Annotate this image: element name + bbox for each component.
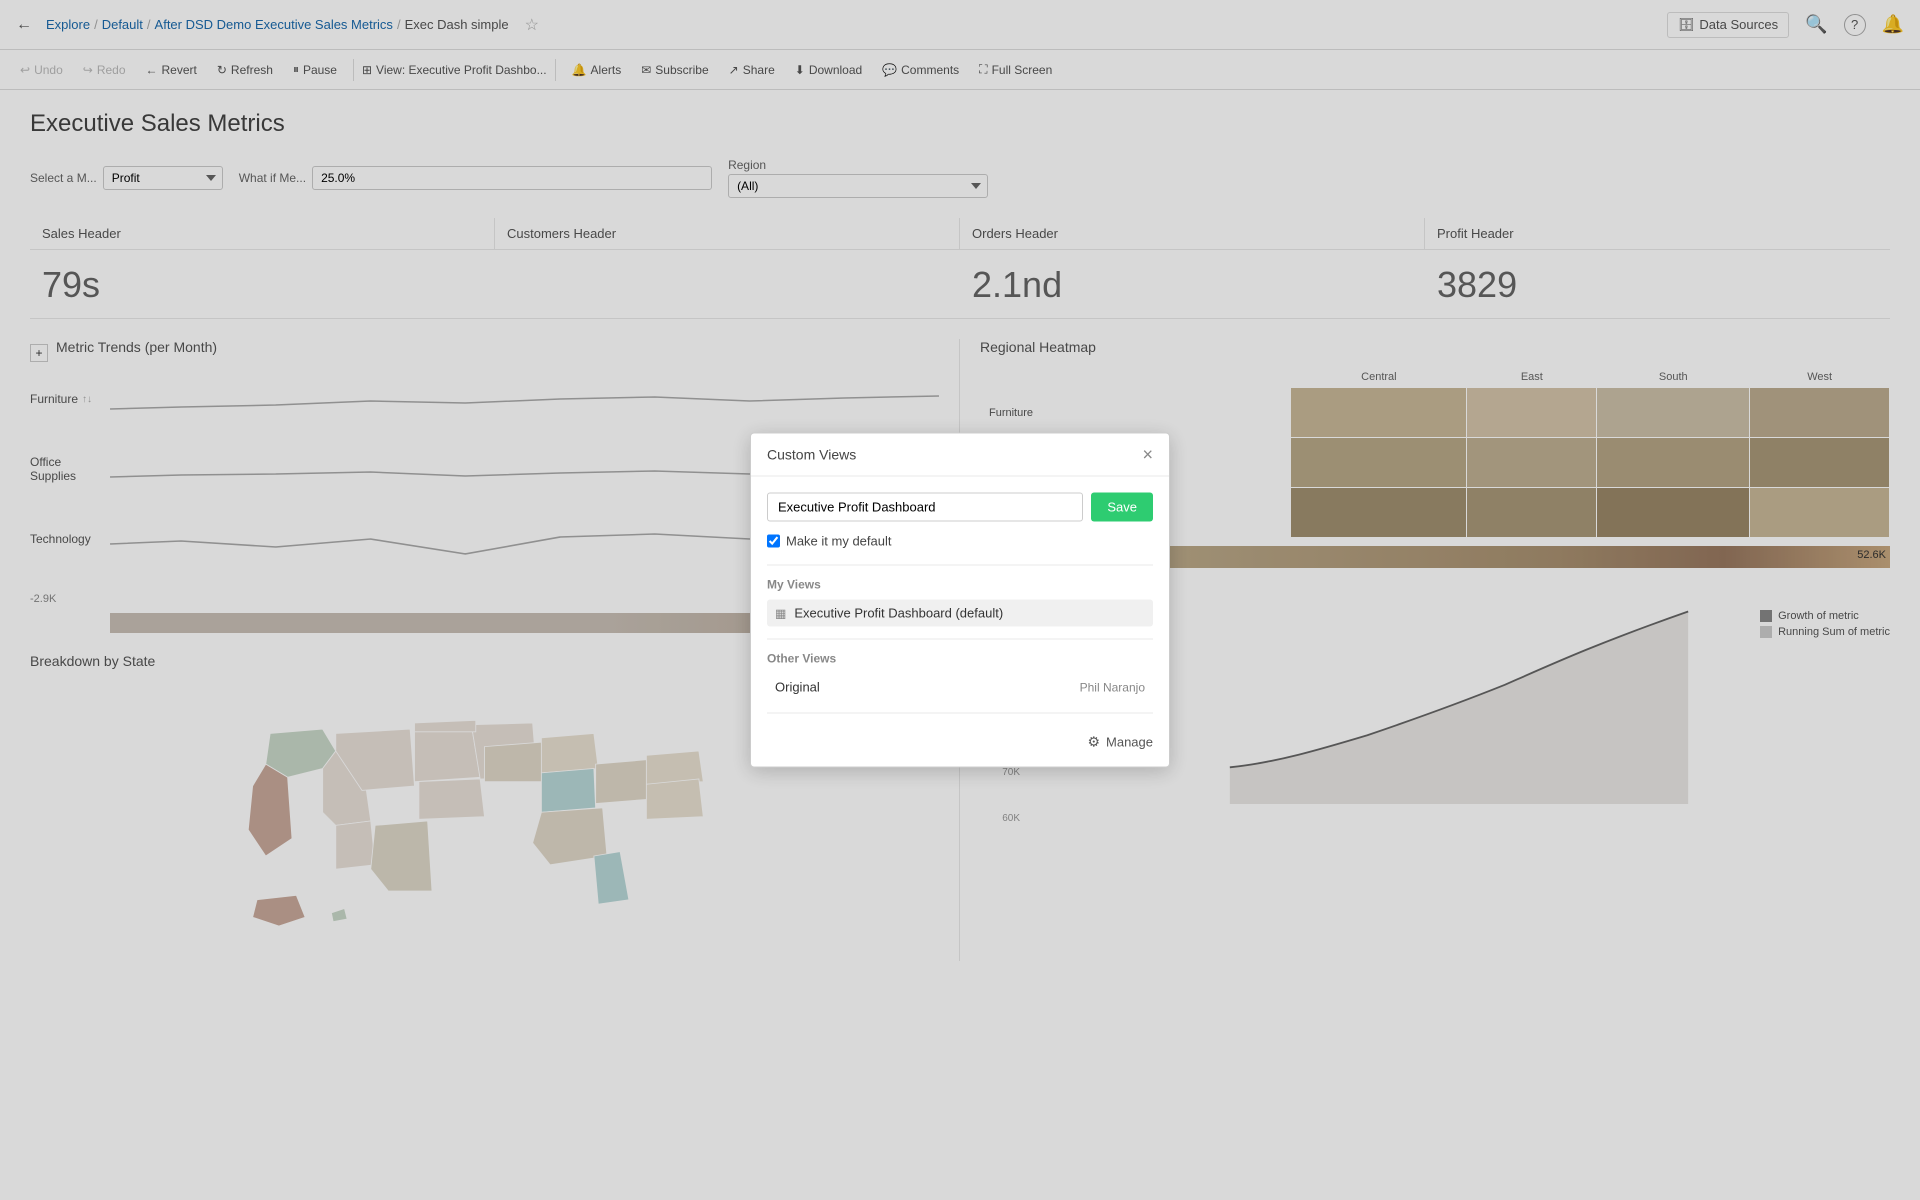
modal-body: Save Make it my default My Views ▦ Execu…	[751, 477, 1169, 767]
custom-views-modal: Custom Views × Save Make it my default M…	[750, 433, 1170, 768]
save-view-button[interactable]: Save	[1091, 493, 1153, 522]
view-name-input[interactable]	[767, 493, 1083, 522]
view-item-icon: ▦	[775, 606, 786, 620]
gear-icon: ⚙	[1087, 734, 1100, 751]
modal-close-button[interactable]: ×	[1142, 446, 1153, 464]
make-default-checkbox[interactable]	[767, 535, 780, 548]
modal-divider-2	[767, 639, 1153, 640]
my-views-title: My Views	[767, 578, 1153, 592]
my-view-item-0[interactable]: ▦ Executive Profit Dashboard (default)	[767, 600, 1153, 627]
make-default-label: Make it my default	[786, 534, 892, 549]
other-views-title: Other Views	[767, 652, 1153, 666]
manage-row[interactable]: ⚙ Manage	[767, 726, 1153, 751]
modal-title: Custom Views	[767, 447, 856, 463]
modal-input-row: Save	[767, 493, 1153, 522]
modal-divider-3	[767, 713, 1153, 714]
other-view-item-0[interactable]: Original Phil Naranjo	[767, 674, 1153, 701]
default-checkbox-row: Make it my default	[767, 534, 1153, 549]
my-view-label-0: Executive Profit Dashboard (default)	[794, 606, 1003, 621]
other-view-label-0: Original	[775, 680, 820, 695]
modal-divider-1	[767, 565, 1153, 566]
other-view-author-0: Phil Naranjo	[1080, 680, 1145, 694]
manage-label: Manage	[1106, 735, 1153, 750]
modal-header: Custom Views ×	[751, 434, 1169, 477]
